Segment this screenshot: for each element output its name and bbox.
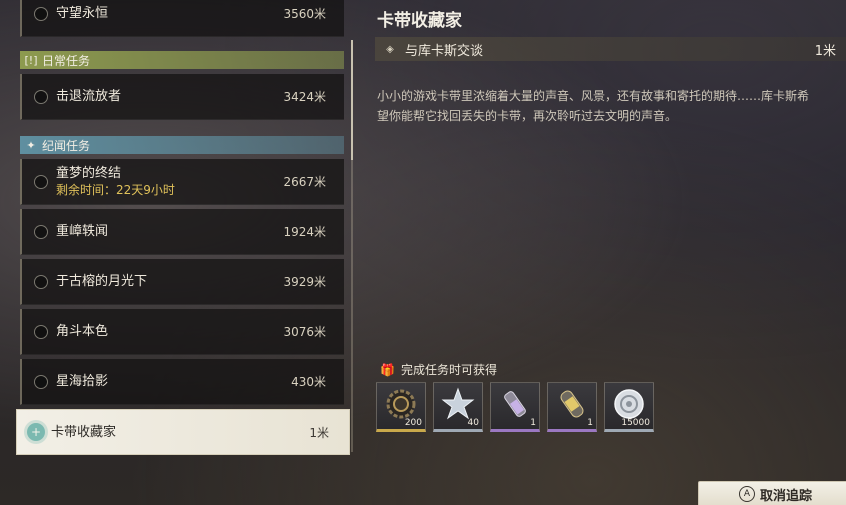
quest-item-top[interactable]: 守望永恒 3560米: [20, 0, 344, 37]
quest-detail-title: 卡带收藏家: [377, 11, 462, 31]
rewards-header: 🎁 完成任务时可获得: [380, 361, 497, 378]
quest-item-side-1[interactable]: 重嶂轶闻 1924米: [20, 209, 344, 255]
quest-distance: 3424米: [283, 90, 326, 104]
quest-name: 星海拾影: [56, 374, 109, 389]
reward-item[interactable]: 40: [433, 382, 483, 432]
gear-icon: [377, 386, 425, 422]
reward-item[interactable]: 200: [376, 382, 426, 432]
quest-status-icon: [34, 324, 48, 339]
diamond-icon: ◈: [386, 43, 394, 55]
quest-item-daily-0[interactable]: 击退流放者 3424米: [20, 74, 344, 120]
quest-item-side-2[interactable]: 于古榕的月光下 3929米: [20, 259, 344, 305]
rewards-list: 200 40 1 1 15000: [376, 382, 661, 432]
quest-name: 于古榕的月光下: [56, 274, 148, 289]
quest-name: 守望永恒: [56, 6, 109, 21]
quest-item-side-4[interactable]: 星海拾影 430米: [20, 359, 344, 405]
quest-name: 击退流放者: [56, 89, 122, 104]
gift-icon: 🎁: [380, 362, 395, 377]
capsule-icon: [548, 386, 596, 422]
reward-item[interactable]: 15000: [604, 382, 654, 432]
quest-name: 角斗本色: [56, 324, 109, 339]
quest-list: 守望永恒 3560米 [!] 日常任务 击退流放者 3424米 ✦ 纪闻任务 童…: [0, 0, 353, 505]
sparkle-icon: ✦: [26, 138, 36, 152]
reward-quantity: 1: [530, 418, 536, 428]
quest-status-icon: [34, 374, 48, 389]
reward-quantity: 15000: [621, 418, 650, 428]
star-shard-icon: [434, 386, 482, 422]
coin-icon: [605, 386, 653, 422]
quest-status-icon: [34, 174, 48, 189]
objective-text: 与库卡斯交谈: [405, 43, 484, 59]
rewards-label: 完成任务时可获得: [400, 363, 497, 377]
exclamation-icon: [!]: [24, 53, 38, 67]
quest-item-side-3[interactable]: 角斗本色 3076米: [20, 309, 344, 355]
section-label: 纪闻任务: [42, 138, 91, 153]
reward-item[interactable]: 1: [490, 382, 540, 432]
quest-status-icon: [34, 274, 48, 289]
quest-distance: 1924米: [283, 225, 326, 239]
quest-distance: 2667米: [283, 175, 326, 189]
untrack-label: 取消追踪: [760, 488, 813, 504]
tracking-plus-icon: +: [27, 423, 45, 441]
quest-status-icon: [34, 224, 48, 239]
untrack-button[interactable]: A 取消追踪: [698, 481, 846, 505]
a-button-icon: A: [739, 486, 755, 502]
objective-distance: 1米: [814, 43, 836, 59]
quest-item-selected[interactable]: + 卡带收藏家 1米: [16, 409, 350, 455]
quest-description: 小小的游戏卡带里浓缩着大量的声音、风景，还有故事和寄托的期待……库卡斯希 望你能…: [377, 86, 846, 126]
section-daily-quests: [!] 日常任务: [20, 51, 344, 69]
quest-distance: 3929米: [283, 275, 326, 289]
quest-name: 重嶂轶闻: [56, 224, 109, 239]
quest-status-icon: [34, 89, 48, 104]
reward-quantity: 200: [404, 418, 422, 428]
quest-detail-panel: 卡带收藏家 ◈ 与库卡斯交谈 1米 小小的游戏卡带里浓缩着大量的声音、风景，还有…: [360, 0, 846, 505]
reward-item[interactable]: 1: [547, 382, 597, 432]
description-line: 望你能帮它找回丢失的卡带，再次聆听过去文明的声音。: [377, 109, 678, 123]
section-label: 日常任务: [42, 53, 91, 68]
quest-distance: 1米: [309, 425, 329, 440]
section-side-quests: ✦ 纪闻任务: [20, 136, 344, 154]
vial-icon: [491, 386, 539, 422]
reward-quantity: 40: [467, 418, 479, 428]
quest-distance: 430米: [291, 375, 326, 389]
quest-name: 童梦的终结: [56, 165, 122, 181]
list-scrollbar-thumb[interactable]: [351, 40, 353, 160]
quest-objective: ◈ 与库卡斯交谈 1米: [375, 37, 846, 61]
quest-distance: 3076米: [283, 325, 326, 339]
quest-time-remaining: 剩余时间：22天9小时: [56, 182, 175, 197]
quest-status-icon: [34, 6, 48, 21]
quest-name: 卡带收藏家: [51, 424, 117, 440]
quest-distance: 3560米: [283, 7, 326, 21]
description-line: 小小的游戏卡带里浓缩着大量的声音、风景，还有故事和寄托的期待……库卡斯希: [377, 89, 810, 103]
reward-quantity: 1: [587, 418, 593, 428]
quest-item-side-0[interactable]: 童梦的终结 剩余时间：22天9小时 2667米: [20, 159, 344, 205]
quest-name-block: 童梦的终结 剩余时间：22天9小时: [56, 165, 283, 199]
